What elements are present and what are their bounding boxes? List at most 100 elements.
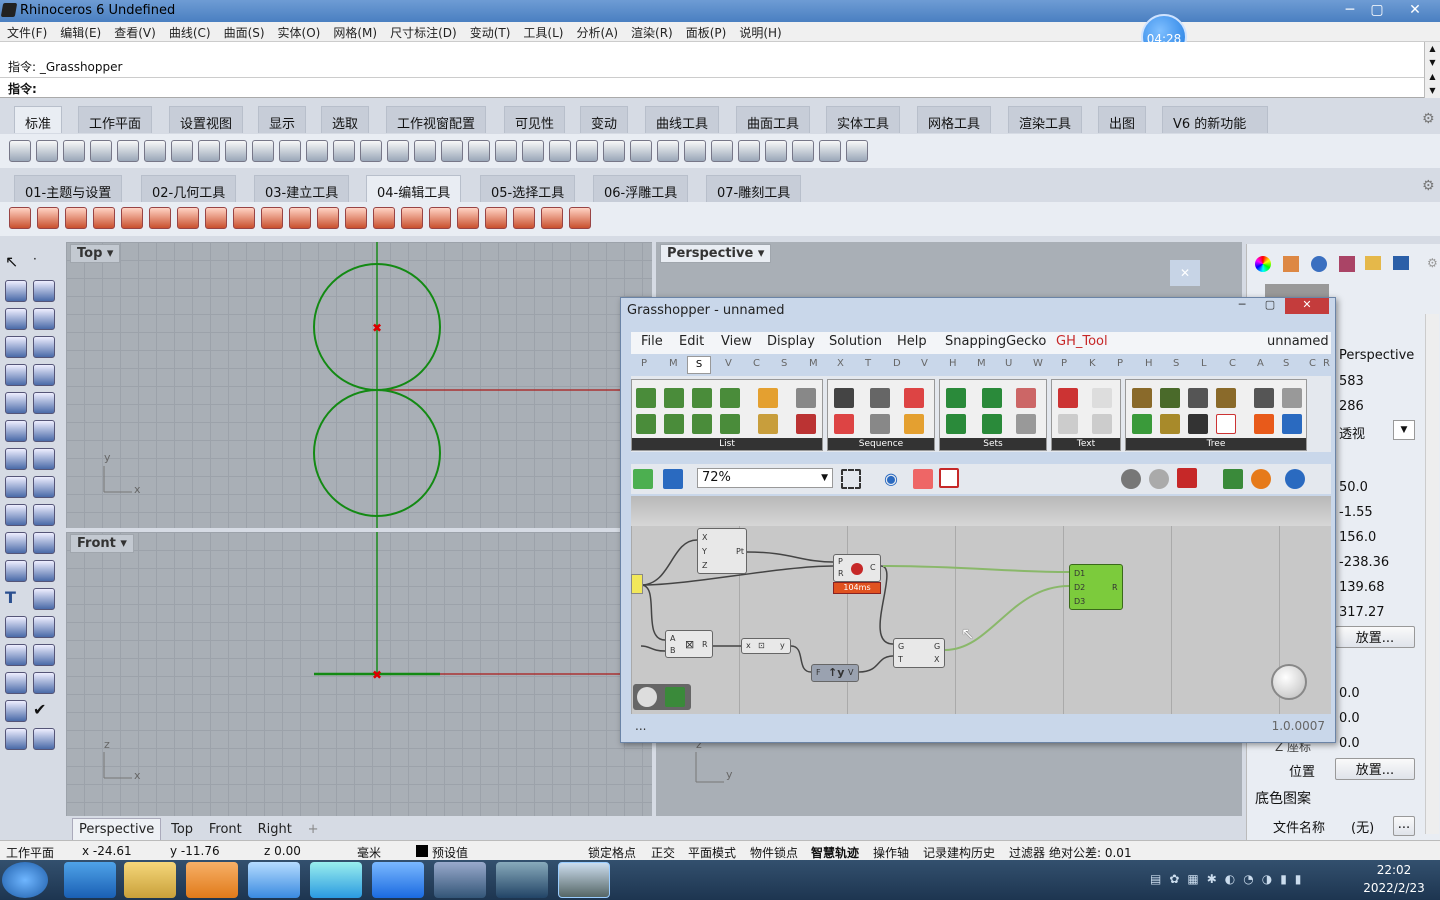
stream-gate-icon[interactable] xyxy=(1282,414,1302,434)
tab-standard[interactable]: 标准 xyxy=(14,106,63,133)
tab-curve-tools[interactable]: 曲线工具 xyxy=(645,106,720,133)
tree-statistics-icon[interactable] xyxy=(1282,388,1302,408)
lock-icon[interactable] xyxy=(603,140,625,162)
preview-component[interactable]: D1 D2 D3 R xyxy=(1069,564,1123,610)
edit-tool-icon[interactable] xyxy=(177,207,199,229)
gh-doc-name[interactable]: unnamed xyxy=(1267,334,1329,349)
split-icon[interactable] xyxy=(5,504,27,526)
text-case-icon[interactable] xyxy=(1058,414,1078,434)
status-record-history[interactable]: 记录建构历史 xyxy=(923,844,995,861)
close-button[interactable]: ✕ xyxy=(1392,0,1438,20)
edit-tool-icon[interactable] xyxy=(121,207,143,229)
param-block[interactable] xyxy=(631,574,643,594)
rhino-taskbar-icon[interactable] xyxy=(558,862,610,898)
preview-shaded-icon[interactable] xyxy=(1177,468,1197,488)
viewport-top[interactable]: Top ▾ ✖ y x xyxy=(64,240,654,530)
merge-icon[interactable] xyxy=(1132,414,1152,434)
selected-only-icon[interactable] xyxy=(1223,469,1243,489)
vp-tab-front[interactable]: Front xyxy=(203,819,248,840)
plane-icon[interactable] xyxy=(33,448,55,470)
ungroup-icon[interactable] xyxy=(33,532,55,554)
cloud-app-icon[interactable] xyxy=(310,862,362,898)
prop-value[interactable]: 156.0 xyxy=(1339,530,1376,545)
status-osnap[interactable]: 物件锁点 xyxy=(750,844,798,861)
tab-geometry-tools[interactable]: 02-几何工具 xyxy=(141,175,237,202)
unit-label[interactable]: 毫米 xyxy=(357,844,381,861)
mind-map-icon[interactable] xyxy=(434,862,486,898)
prune-icon[interactable] xyxy=(1160,414,1180,434)
menu-curve[interactable]: 曲线(C) xyxy=(162,22,217,41)
gh-menu-file[interactable]: File xyxy=(641,334,663,349)
edit-tool-icon[interactable] xyxy=(317,207,339,229)
gh-tab[interactable]: U xyxy=(1005,358,1012,369)
gh-menu-display[interactable]: Display xyxy=(767,334,815,349)
gradient-component[interactable]: GTGX xyxy=(893,638,945,668)
select-arrow-icon[interactable]: ↖ xyxy=(5,252,27,274)
open-file-icon[interactable] xyxy=(36,140,58,162)
eye-icon[interactable]: ◉ xyxy=(881,469,901,489)
copy-icon[interactable] xyxy=(171,140,193,162)
sphere-gray-icon[interactable] xyxy=(684,140,706,162)
dispatch-icon[interactable] xyxy=(758,388,778,408)
relative-item-icon[interactable] xyxy=(1216,414,1236,434)
gh-maximize-button[interactable]: ▢ xyxy=(1257,298,1283,314)
preview-off-icon[interactable] xyxy=(1121,469,1141,489)
undo-view-icon[interactable] xyxy=(414,140,436,162)
material-preview-icon[interactable] xyxy=(1251,469,1271,489)
rectangle-icon[interactable] xyxy=(33,336,55,358)
options-icon[interactable] xyxy=(765,140,787,162)
gh-tab[interactable]: C xyxy=(1309,358,1316,369)
command-scrollbar[interactable]: ▲ ▼ ▲ ▼ xyxy=(1424,42,1440,98)
loft-icon[interactable] xyxy=(33,392,55,414)
gh-tab[interactable]: T xyxy=(865,358,871,369)
boolean-icon[interactable] xyxy=(33,420,55,442)
status-smarttrack[interactable]: 智慧轨迹 xyxy=(811,844,859,861)
gear-icon-2[interactable]: ⚙ xyxy=(1422,178,1435,194)
preview-wire-icon[interactable] xyxy=(1149,469,1169,489)
gh-tab[interactable]: M xyxy=(809,358,818,369)
gear-icon[interactable]: ⚙ xyxy=(1422,111,1435,127)
clock-time[interactable]: 22:02 xyxy=(1364,863,1424,877)
open-file-icon[interactable] xyxy=(633,469,653,489)
analyze-icon[interactable] xyxy=(5,700,27,722)
minimize-button[interactable]: ─ xyxy=(1335,0,1365,20)
layer-label[interactable]: 预设值 xyxy=(432,844,468,861)
mesh-settings-icon[interactable] xyxy=(1285,469,1305,489)
gh-menu-solution[interactable]: Solution xyxy=(829,334,882,349)
tab-v6-new[interactable]: V6 的新功能 xyxy=(1162,106,1268,133)
gh-logo-icon[interactable] xyxy=(637,687,657,707)
place-button[interactable]: 放置... xyxy=(1335,626,1415,648)
gh-menu-ghtool[interactable]: GH_Tool xyxy=(1056,334,1108,349)
gh-menu-snappinggecko[interactable]: SnappingGecko xyxy=(945,334,1046,349)
tab-build-tools[interactable]: 03-建立工具 xyxy=(254,175,350,202)
edit-tool-icon[interactable] xyxy=(205,207,227,229)
explode-icon[interactable] xyxy=(5,476,27,498)
viewport-front[interactable]: Front ▾ ✖ z x xyxy=(64,530,654,818)
four-view-icon[interactable] xyxy=(441,140,463,162)
polygon-icon[interactable] xyxy=(5,364,27,386)
navigation-ball-icon[interactable] xyxy=(1271,664,1307,700)
set-difference-icon[interactable] xyxy=(982,388,1002,408)
display-panel-icon[interactable] xyxy=(1339,256,1355,272)
edit-tool-icon[interactable] xyxy=(457,207,479,229)
help-panel-icon[interactable] xyxy=(1393,256,1409,270)
help-icon[interactable] xyxy=(846,140,868,162)
partition-icon[interactable] xyxy=(796,388,816,408)
function-component[interactable]: F ↑y V xyxy=(811,664,859,682)
clock-date[interactable]: 2022/2/23 xyxy=(1356,881,1432,895)
duplicate-icon[interactable] xyxy=(870,414,890,434)
gh-tab[interactable]: S xyxy=(1173,358,1179,369)
gh-tab[interactable]: W xyxy=(1033,358,1043,369)
tab-set-view[interactable]: 设置视图 xyxy=(169,106,244,133)
start-button-icon[interactable] xyxy=(2,862,48,898)
zoom-selected-icon[interactable] xyxy=(387,140,409,162)
gh-tab[interactable]: K xyxy=(1089,358,1096,369)
combinations-icon[interactable] xyxy=(1016,414,1036,434)
camera-icon[interactable] xyxy=(495,140,517,162)
text-join-icon[interactable] xyxy=(1058,388,1078,408)
edit-tool-icon[interactable] xyxy=(541,207,563,229)
tab-sculpt-tools[interactable]: 07-雕刻工具 xyxy=(706,175,802,202)
circle-component[interactable]: PRC xyxy=(833,554,881,582)
check-icon[interactable]: ✔ xyxy=(33,700,55,722)
system-tray-icons[interactable]: ▤✿▦✱◐◔◑▮▮ xyxy=(1150,872,1320,888)
